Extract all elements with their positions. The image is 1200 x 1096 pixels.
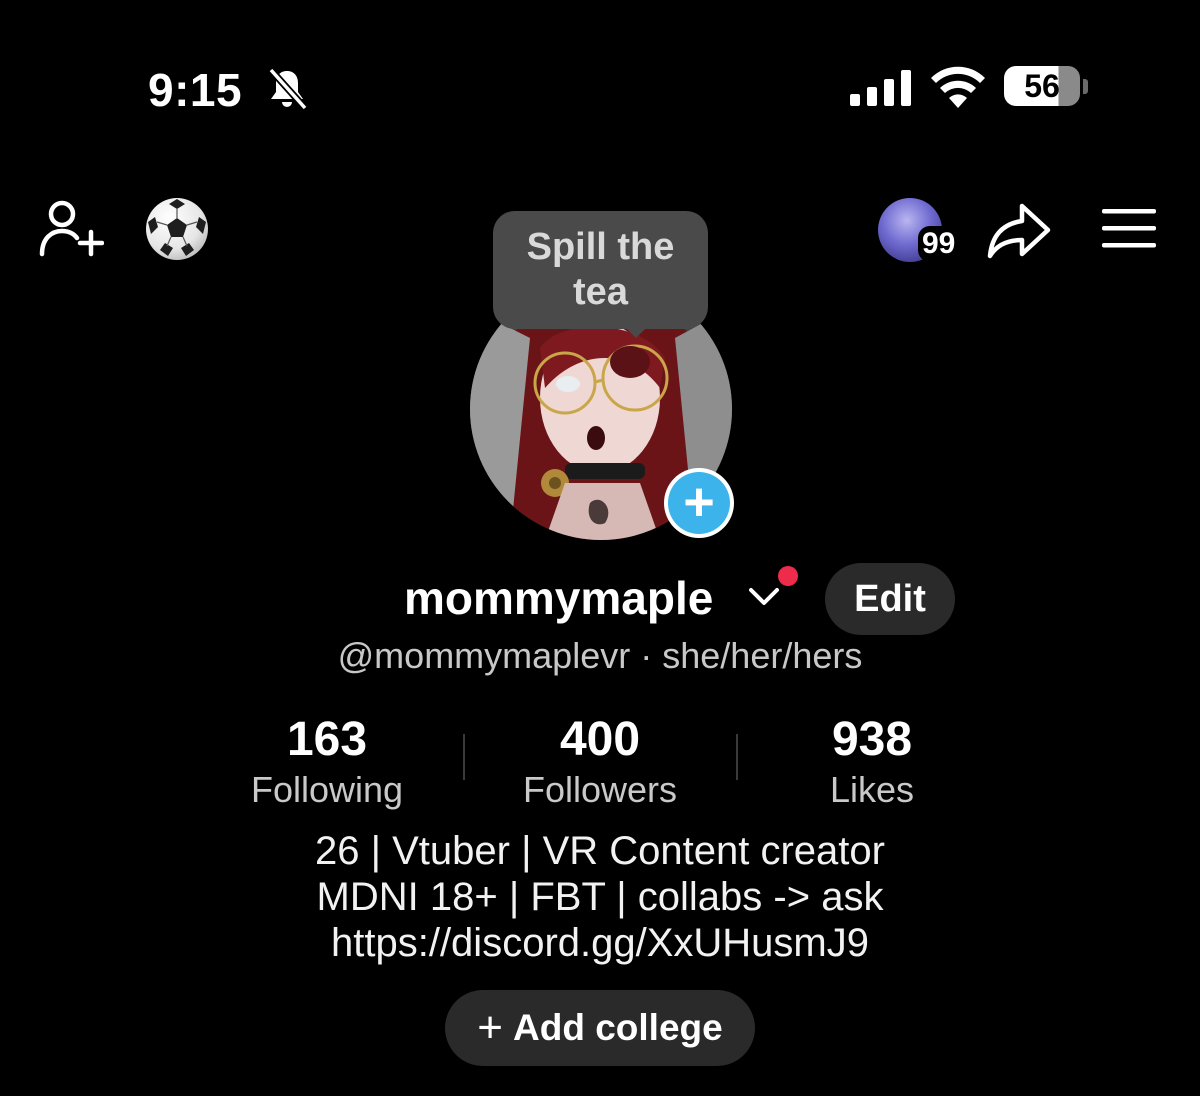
following-label: Following [250, 769, 404, 810]
following-count: 163 [286, 713, 368, 766]
cellular-signal-icon [850, 70, 911, 106]
handle-separator: · [640, 635, 653, 676]
add-friend-icon[interactable] [38, 198, 104, 258]
bio-line: 26 | Vtuber | VR Content creator [315, 829, 885, 873]
stat-divider [736, 734, 738, 780]
chevron-down-icon[interactable] [748, 584, 780, 608]
plus-icon: + [477, 1003, 503, 1052]
wifi-icon [931, 66, 985, 108]
display-name[interactable]: mommymaple [404, 570, 713, 626]
share-icon[interactable] [986, 200, 1052, 260]
bio: 26 | Vtuber | VR Content creator MDNI 18… [0, 828, 1200, 966]
tooltip-line-1: Spill the [526, 226, 675, 268]
bell-slash-icon [268, 67, 308, 111]
add-photo-button[interactable]: + [668, 472, 730, 534]
username-handle: @mommymaplevr [337, 635, 631, 676]
stat-likes[interactable]: 938 Likes [752, 712, 992, 812]
spill-the-tea-tooltip[interactable]: Spill the tea [493, 211, 708, 329]
add-college-button[interactable]: + Add college [445, 990, 755, 1066]
handle-row: @mommymaplevr · she/her/hers [0, 632, 1200, 680]
followers-count: 400 [559, 713, 641, 766]
notification-dot [778, 566, 798, 586]
tooltip-tail [624, 326, 648, 338]
add-college-label: Add college [513, 1007, 723, 1048]
tooltip-line-2: tea [573, 271, 628, 313]
menu-icon[interactable] [1102, 206, 1156, 252]
edit-profile-button[interactable]: Edit [825, 563, 955, 635]
likes-count: 938 [831, 713, 913, 766]
soccer-ball-icon[interactable] [146, 198, 208, 260]
bio-line: MDNI 18+ | FBT | collabs -> ask [316, 875, 884, 919]
followers-label: Followers [522, 769, 678, 810]
pronouns: she/her/hers [662, 635, 863, 676]
stat-following[interactable]: 163 Following [207, 712, 447, 812]
bio-link[interactable]: https://discord.gg/XxUHusmJ9 [0, 920, 1200, 966]
likes-label: Likes [829, 769, 915, 810]
stat-divider [463, 734, 465, 780]
battery-icon: 56 [1004, 66, 1080, 106]
status-time: 9:15 [148, 64, 243, 116]
battery-cap [1083, 79, 1088, 94]
stat-followers[interactable]: 400 Followers [480, 712, 720, 812]
story-count-badge: 99 [918, 226, 960, 262]
